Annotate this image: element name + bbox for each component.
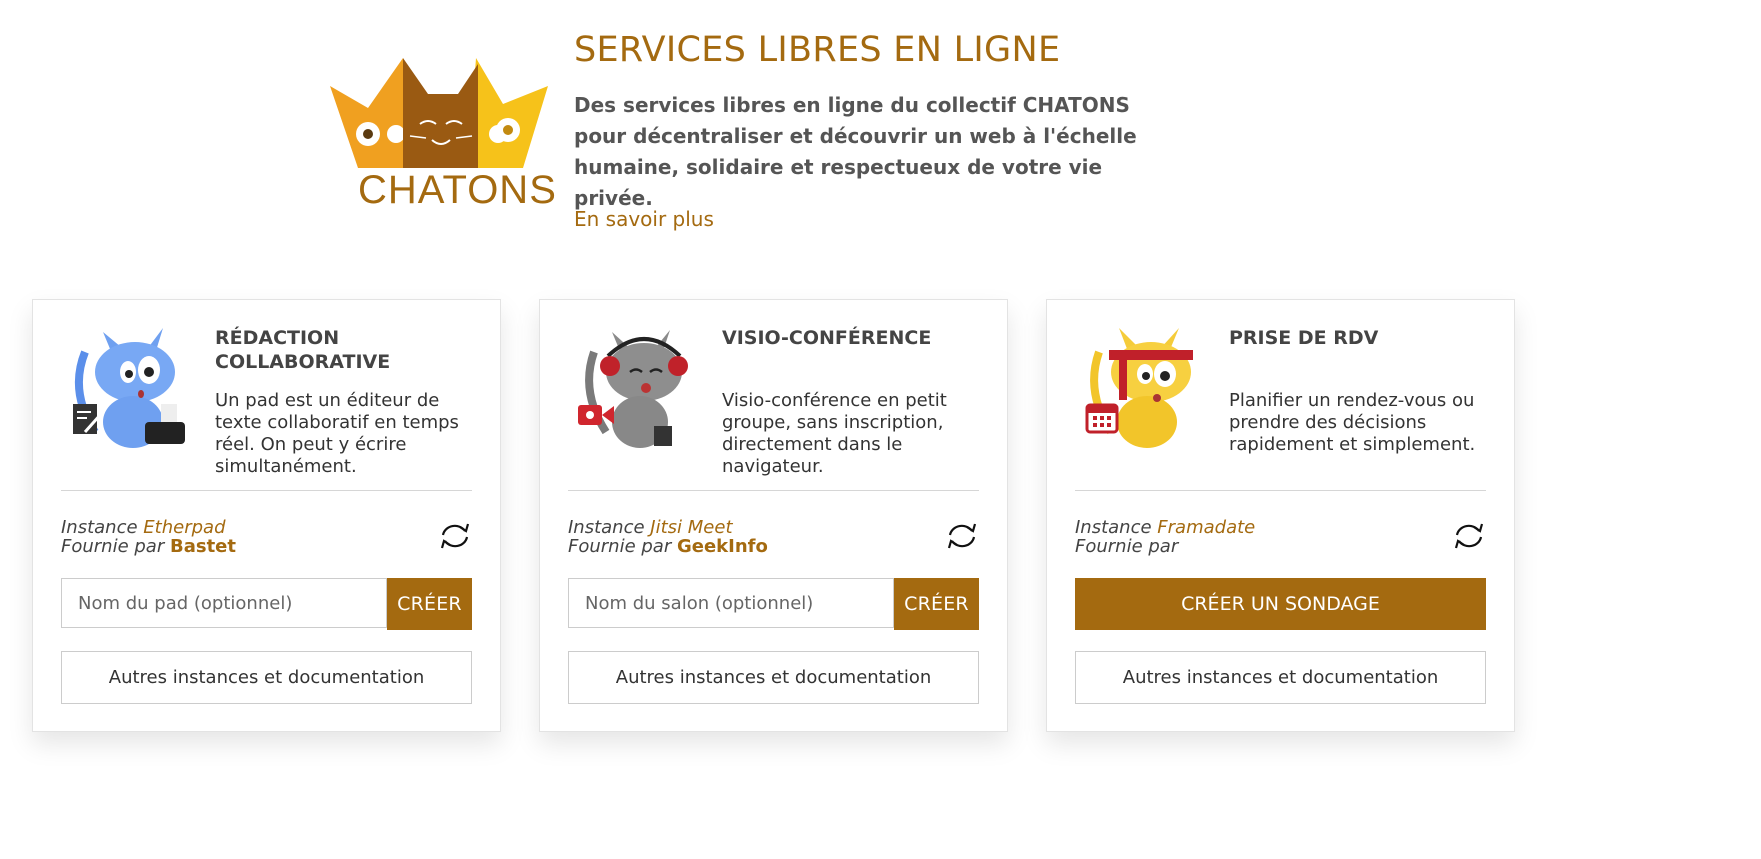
create-room-form: CRÉER: [568, 578, 979, 630]
card-title: VISIO-CONFÉRENCE: [722, 327, 932, 349]
page-title: SERVICES LIBRES EN LIGNE: [574, 30, 1061, 70]
instance-name: Framadate: [1157, 517, 1256, 538]
card-description: Visio-conférence en petit groupe, sans i…: [722, 390, 947, 477]
provided-prefix: Fournie par: [568, 536, 672, 557]
service-card-rdv: PRISE DE RDV Planifier un rendez-vous ou…: [1046, 299, 1515, 732]
video-camera-icon: [578, 405, 614, 425]
card-title: PRISE DE RDV: [1229, 327, 1379, 349]
gray-cat-dj-mascot-icon: [585, 330, 688, 448]
create-poll-button[interactable]: CRÉER UN SONDAGE: [1075, 578, 1486, 630]
instance-info: Instance Framadate Fournie par: [1075, 518, 1255, 556]
card-description: Un pad est un éditeur de texte collabora…: [215, 390, 459, 477]
service-card-visio: VISIO-CONFÉRENCE Visio-conférence en pet…: [539, 299, 1008, 732]
instance-prefix: Instance: [61, 517, 138, 538]
provider-name: GeekInfo: [676, 536, 768, 557]
divider: [1075, 490, 1486, 491]
instance-info: Instance Jitsi Meet Fournie par GeekInfo: [568, 518, 768, 556]
learn-more-link[interactable]: En savoir plus: [574, 207, 714, 231]
create-button[interactable]: CRÉER: [894, 578, 979, 630]
chatons-logo: CHATONS: [328, 56, 557, 216]
divider: [568, 490, 979, 491]
docs-button[interactable]: Autres instances et documentation: [61, 651, 472, 704]
create-pad-form: CRÉER: [61, 578, 472, 630]
instance-prefix: Instance: [1075, 517, 1152, 538]
instance-info: Instance Etherpad Fournie par Bastet: [61, 518, 236, 556]
pen-document-icon: [73, 404, 103, 434]
divider: [61, 490, 472, 491]
card-description: Planifier un rendez-vous ou prendre des …: [1229, 390, 1476, 455]
instance-name: Etherpad: [143, 517, 226, 538]
logo-wordmark: CHATONS: [358, 168, 557, 212]
pad-name-input[interactable]: [61, 578, 387, 628]
instance-prefix: Instance: [568, 517, 645, 538]
service-card-pad: RÉDACTION COLLABORATIVE Un pad est un éd…: [32, 299, 501, 732]
docs-button[interactable]: Autres instances et documentation: [1075, 651, 1486, 704]
provided-prefix: Fournie par: [1075, 536, 1179, 557]
refresh-icon[interactable]: [1452, 521, 1486, 551]
instance-name: Jitsi Meet: [650, 517, 733, 538]
refresh-icon[interactable]: [945, 521, 979, 551]
page-description: Des services libres en ligne du collecti…: [574, 93, 1137, 210]
create-button[interactable]: CRÉER: [387, 578, 472, 630]
room-name-input[interactable]: [568, 578, 894, 628]
provider-name: Bastet: [169, 536, 236, 557]
card-title: RÉDACTION COLLABORATIVE: [215, 327, 391, 373]
provided-prefix: Fournie par: [61, 536, 165, 557]
docs-button[interactable]: Autres instances et documentation: [568, 651, 979, 704]
calendar-icon: [1085, 403, 1119, 434]
refresh-icon[interactable]: [438, 521, 472, 551]
